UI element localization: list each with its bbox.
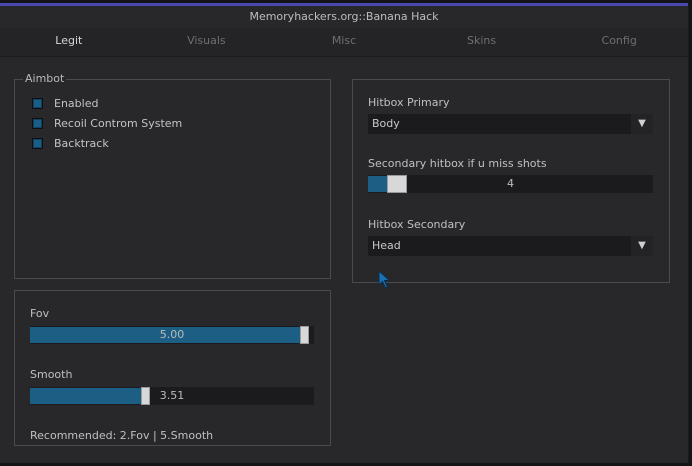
mouse-cursor-icon	[378, 270, 391, 289]
enabled-checkbox-row[interactable]: Enabled	[32, 96, 98, 110]
tab-misc[interactable]: Misc	[275, 28, 413, 56]
fov-smooth-panel: Fov 5.00 Smooth 3.51 Recommended: 2.Fov …	[14, 290, 331, 446]
hitbox-primary-dropdown[interactable]: Body ▼	[368, 114, 653, 134]
window-title: Memoryhackers.org::Banana Hack	[249, 10, 439, 23]
aimbot-panel: Aimbot Enabled Recoil Controm System Bac…	[14, 72, 331, 279]
backtrack-label: Backtrack	[54, 136, 109, 150]
hitbox-secondary-label: Hitbox Secondary	[368, 218, 466, 231]
aimbot-panel-title: Aimbot	[23, 72, 67, 86]
hitbox-panel: Hitbox Primary Body ▼ Secondary hitbox i…	[352, 79, 670, 283]
hitbox-primary-label: Hitbox Primary	[368, 96, 450, 109]
recoil-control-checkbox-row[interactable]: Recoil Controm System	[32, 116, 182, 130]
backtrack-checkbox[interactable]	[32, 137, 43, 149]
tab-legit[interactable]: Legit	[0, 28, 138, 56]
secondary-hitbox-slider[interactable]: 4	[368, 175, 653, 193]
hitbox-secondary-value: Head	[372, 239, 401, 252]
fov-label: Fov	[30, 307, 50, 320]
hitbox-secondary-dropdown[interactable]: Head ▼	[368, 236, 653, 256]
smooth-slider[interactable]: 3.51	[30, 387, 314, 405]
tab-skins[interactable]: Skins	[413, 28, 551, 56]
chevron-down-icon[interactable]: ▼	[631, 236, 653, 256]
hitbox-primary-value: Body	[372, 117, 400, 130]
smooth-label: Smooth	[30, 368, 73, 381]
enabled-checkbox[interactable]	[32, 97, 43, 109]
cheat-menu-window: Memoryhackers.org::Banana Hack Legit Vis…	[0, 3, 689, 463]
recommended-text: Recommended: 2.Fov | 5.Smooth	[30, 429, 214, 442]
fov-value: 5.00	[159, 328, 185, 341]
tab-config[interactable]: Config	[550, 28, 688, 56]
recoil-control-checkbox[interactable]	[32, 117, 43, 129]
enabled-label: Enabled	[54, 96, 99, 110]
smooth-value: 3.51	[159, 389, 185, 402]
backtrack-checkbox-row[interactable]: Backtrack	[32, 136, 109, 150]
secondary-hitbox-value: 4	[507, 177, 514, 190]
secondary-hitbox-slider-label: Secondary hitbox if u miss shots	[368, 157, 547, 170]
tab-visuals[interactable]: Visuals	[138, 28, 276, 56]
fov-slider[interactable]: 5.00	[30, 326, 314, 344]
recoil-control-label: Recoil Controm System	[54, 116, 183, 130]
chevron-down-icon[interactable]: ▼	[631, 114, 653, 134]
tab-bar: Legit Visuals Misc Skins Config	[0, 28, 688, 57]
